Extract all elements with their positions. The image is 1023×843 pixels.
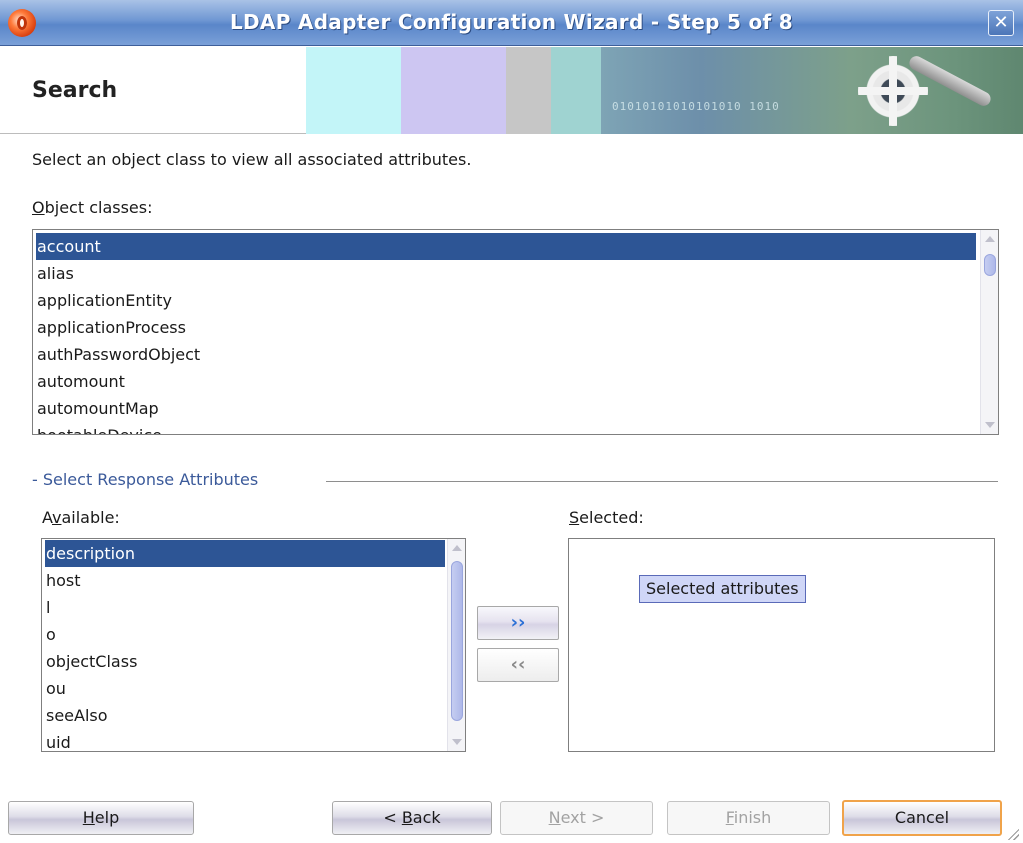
list-item[interactable]: objectClass — [45, 648, 137, 675]
object-classes-label: Object classes: — [32, 198, 153, 217]
available-label: Available: — [42, 508, 120, 527]
object-classes-scrollbar[interactable] — [980, 230, 998, 434]
list-item[interactable]: authPasswordObject — [36, 341, 200, 368]
chevron-right-icon: ›› — [510, 612, 526, 633]
back-button[interactable]: < Back — [332, 801, 492, 835]
section-divider — [326, 481, 998, 482]
list-item[interactable]: bootableDevice — [36, 422, 162, 434]
list-item[interactable]: seeAlso — [45, 702, 108, 729]
list-item[interactable]: automountMap — [36, 395, 159, 422]
list-item[interactable]: applicationProcess — [36, 314, 186, 341]
available-attributes-list[interactable]: description host l o objectClass ou seeA… — [41, 538, 466, 752]
next-button[interactable]: Next > — [500, 801, 653, 835]
resize-grip[interactable] — [1005, 826, 1019, 840]
banner-binary-text: 01010101010101010 1010 — [612, 100, 780, 113]
banner-art-panel — [601, 47, 851, 134]
section-label: - Select Response Attributes — [32, 470, 259, 489]
cancel-button[interactable]: Cancel — [842, 800, 1002, 836]
banner-art-panel — [506, 47, 551, 134]
gear-icon — [858, 56, 928, 126]
banner-art-panel — [306, 47, 401, 134]
list-item[interactable]: l — [45, 594, 50, 621]
available-scrollbar[interactable] — [447, 539, 465, 751]
chevron-left-icon: ‹‹ — [510, 654, 526, 675]
selected-attributes-placeholder: Selected attributes — [639, 575, 806, 603]
close-icon: ✕ — [993, 12, 1009, 33]
list-item[interactable]: ou — [45, 675, 66, 702]
list-item[interactable]: description — [45, 540, 445, 567]
scrollbar-thumb[interactable] — [451, 561, 463, 721]
banner-art-panel — [551, 47, 601, 134]
list-item[interactable]: account — [36, 233, 976, 260]
remove-attribute-button[interactable]: ‹‹ — [477, 648, 559, 682]
object-classes-list[interactable]: account alias applicationEntity applicat… — [32, 229, 999, 435]
close-button[interactable]: ✕ — [988, 10, 1014, 36]
banner-art-panel — [401, 47, 506, 134]
list-item[interactable]: o — [45, 621, 56, 648]
list-item[interactable]: host — [45, 567, 81, 594]
add-attribute-button[interactable]: ›› — [477, 606, 559, 640]
list-item[interactable]: alias — [36, 260, 74, 287]
instructions-text: Select an object class to view all assoc… — [32, 150, 472, 169]
finish-button[interactable]: Finish — [667, 801, 830, 835]
scrollbar-thumb[interactable] — [984, 254, 996, 276]
page-title: Search — [32, 78, 118, 103]
window-title: LDAP Adapter Configuration Wizard - Step… — [229, 10, 794, 34]
selected-label: Selected: — [569, 508, 644, 527]
list-item[interactable]: applicationEntity — [36, 287, 172, 314]
list-item[interactable]: automount — [36, 368, 125, 395]
scroll-down-icon[interactable] — [452, 739, 462, 745]
selected-attributes-list[interactable] — [568, 538, 995, 752]
scroll-up-icon[interactable] — [452, 545, 462, 551]
list-item[interactable]: uid — [45, 729, 71, 751]
scroll-up-icon[interactable] — [985, 236, 995, 242]
help-button[interactable]: Help — [8, 801, 194, 835]
scroll-down-icon[interactable] — [985, 422, 995, 428]
